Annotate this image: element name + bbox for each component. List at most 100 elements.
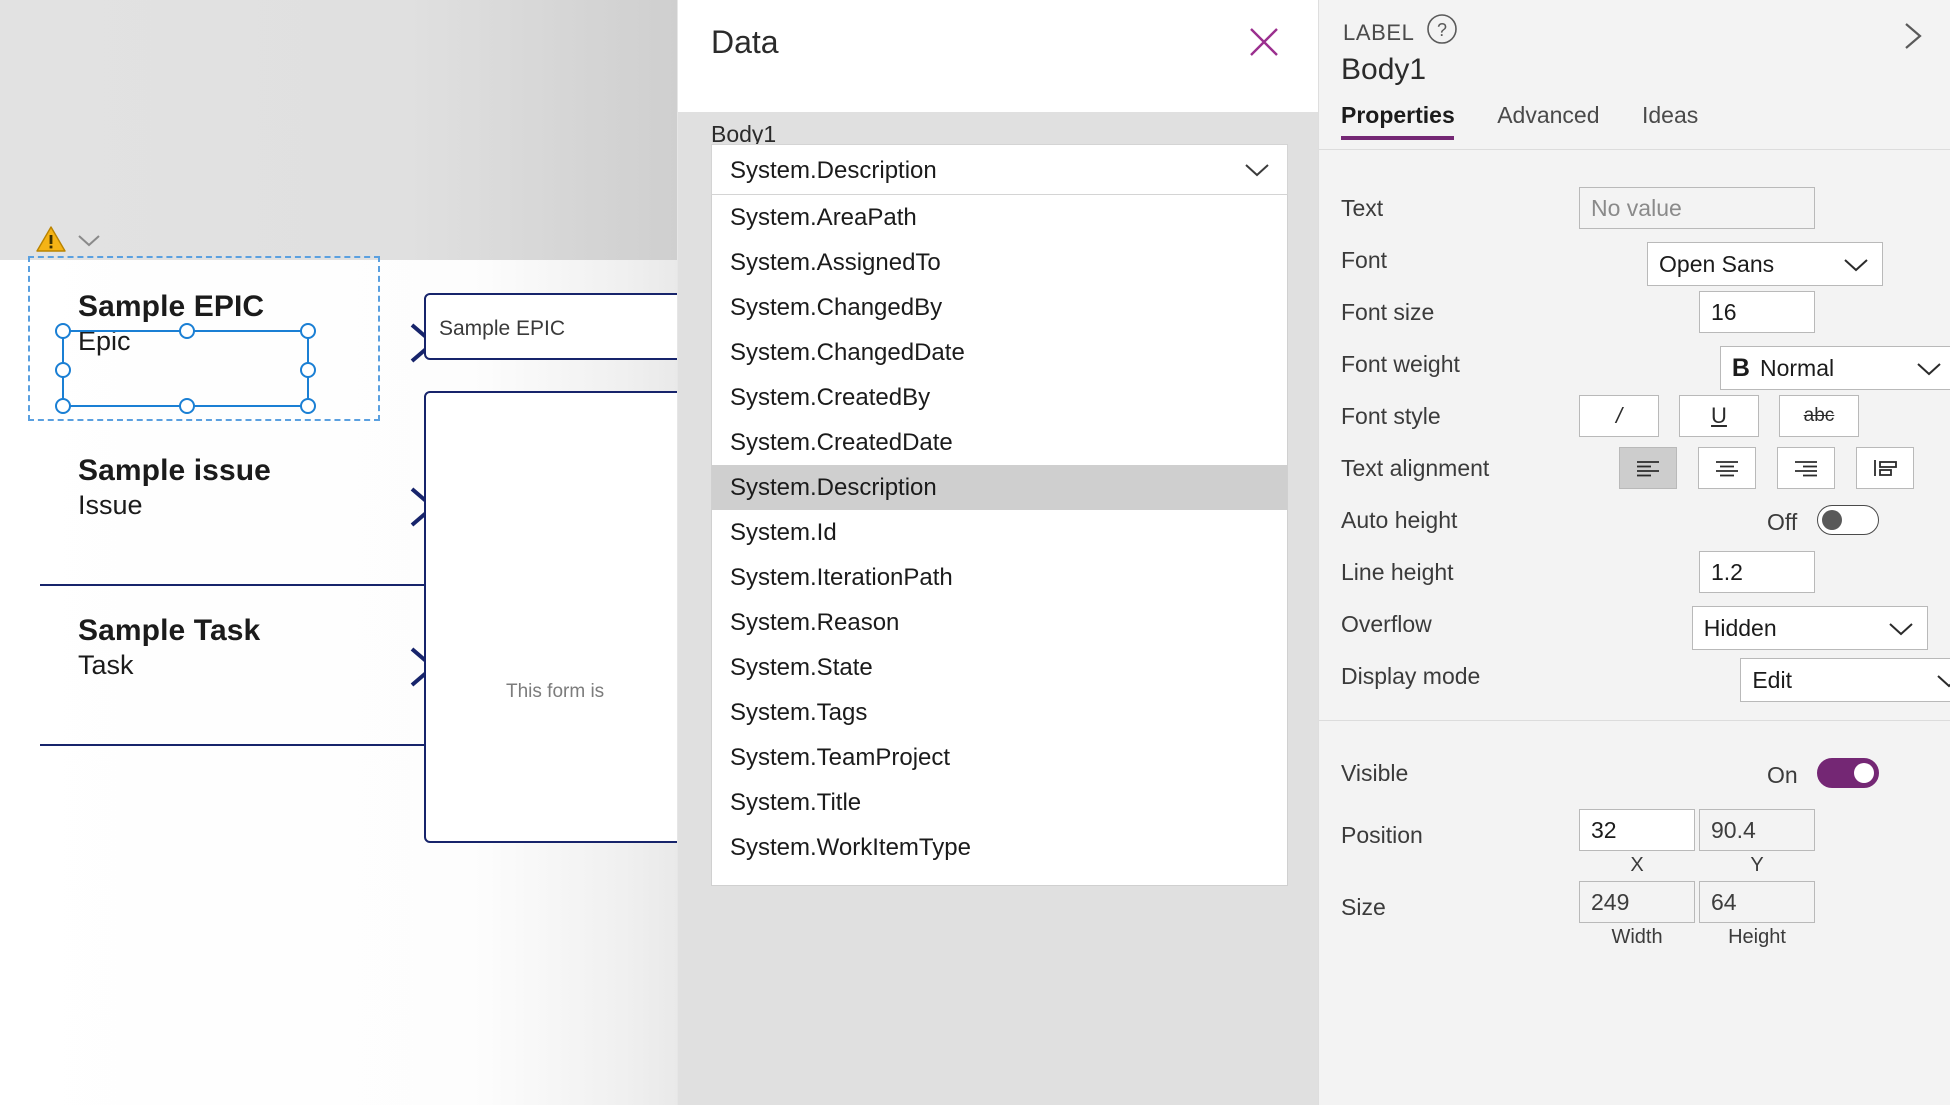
dropdown-option[interactable]: System.Tags bbox=[712, 690, 1287, 735]
resize-handle-nw[interactable] bbox=[55, 323, 71, 339]
dropdown-option[interactable]: System.IterationPath bbox=[712, 555, 1287, 600]
property-row-display-mode: Display mode Edit bbox=[1319, 650, 1950, 702]
display-mode-value: Edit bbox=[1752, 666, 1792, 693]
underline-button[interactable]: U bbox=[1679, 395, 1759, 437]
property-row-font-size: Font size 16 bbox=[1319, 286, 1950, 338]
auto-height-toggle[interactable] bbox=[1817, 505, 1879, 535]
display-mode-select[interactable]: Edit bbox=[1740, 658, 1950, 702]
data-field-combobox[interactable]: System.Description bbox=[711, 144, 1288, 195]
warning-triangle-icon[interactable] bbox=[36, 226, 66, 253]
form-card-body[interactable]: This form is bbox=[424, 391, 677, 843]
size-height-input[interactable]: 64 bbox=[1699, 881, 1815, 923]
chevron-down-icon bbox=[1917, 363, 1941, 376]
data-panel-body: Body1 System.Description System.AreaPath… bbox=[678, 112, 1319, 1105]
font-weight-select[interactable]: B Normal bbox=[1719, 346, 1950, 390]
line-height-input[interactable]: 1.2 bbox=[1699, 551, 1815, 593]
resize-handle-n[interactable] bbox=[179, 323, 195, 339]
form-card-header[interactable]: Sample EPIC bbox=[424, 293, 677, 360]
gallery-item-issue[interactable]: Sample issue Issue bbox=[40, 454, 470, 527]
resize-handle-w[interactable] bbox=[55, 362, 71, 378]
position-x-input[interactable]: 32 bbox=[1579, 809, 1695, 851]
strikethrough-button[interactable]: abc bbox=[1779, 395, 1859, 437]
font-size-input[interactable]: 16 bbox=[1699, 291, 1815, 333]
dropdown-option[interactable]: System.AreaPath bbox=[712, 195, 1287, 240]
data-panel: Data Body1 System.Description System.Are… bbox=[677, 0, 1319, 1105]
gallery-warning-row bbox=[36, 226, 102, 253]
align-justify-button[interactable] bbox=[1856, 447, 1914, 489]
dropdown-option[interactable]: System.ChangedBy bbox=[712, 285, 1287, 330]
canvas-background-strip bbox=[0, 0, 677, 260]
resize-handle-se[interactable] bbox=[300, 398, 316, 414]
property-label-display-mode: Display mode bbox=[1341, 662, 1481, 689]
chevron-down-icon[interactable] bbox=[76, 232, 102, 248]
text-input[interactable]: No value bbox=[1579, 187, 1815, 229]
align-left-icon bbox=[1637, 461, 1659, 477]
font-select[interactable]: Open Sans bbox=[1647, 242, 1884, 286]
tab-advanced[interactable]: Advanced bbox=[1497, 102, 1599, 140]
dropdown-option[interactable]: System.Description bbox=[712, 465, 1287, 510]
data-panel-header: Data bbox=[678, 0, 1318, 112]
property-label-font-weight: Font weight bbox=[1341, 350, 1460, 377]
property-row-auto-height: Auto height Off bbox=[1319, 494, 1950, 546]
property-label-overflow: Overflow bbox=[1341, 610, 1432, 637]
property-label-visible: Visible bbox=[1341, 759, 1409, 786]
close-icon[interactable] bbox=[1242, 20, 1286, 64]
size-width-caption: Width bbox=[1611, 926, 1663, 948]
properties-section-text: Text No value Font Open Sans Font size 1… bbox=[1319, 150, 1950, 702]
property-row-font-style: Font style / U abc bbox=[1319, 390, 1950, 442]
toggle-knob bbox=[1822, 510, 1842, 530]
align-right-button[interactable] bbox=[1777, 447, 1835, 489]
resize-handle-s[interactable] bbox=[179, 398, 195, 414]
dropdown-option[interactable]: System.Title bbox=[712, 780, 1287, 825]
property-label-auto-height: Auto height bbox=[1341, 506, 1458, 533]
dropdown-option[interactable]: System.Id bbox=[712, 510, 1287, 555]
dropdown-option[interactable]: System.WorkItemType bbox=[712, 825, 1287, 870]
italic-button[interactable]: / bbox=[1579, 395, 1659, 437]
property-label-font: Font bbox=[1341, 246, 1388, 273]
align-center-icon bbox=[1716, 461, 1738, 477]
overflow-select[interactable]: Hidden bbox=[1691, 606, 1928, 650]
gallery-item-task[interactable]: Sample Task Task bbox=[40, 614, 470, 687]
dropdown-option[interactable]: System.CreatedBy bbox=[712, 375, 1287, 420]
strikethrough-glyph-icon: abc bbox=[1803, 405, 1835, 426]
property-row-font: Font Open Sans bbox=[1319, 234, 1950, 286]
form-preview-column: Sample EPIC This form is bbox=[424, 293, 677, 843]
data-field-selected-value: System.Description bbox=[730, 157, 937, 184]
dropdown-option[interactable]: System.AssignedTo bbox=[712, 240, 1287, 285]
property-label-font-size: Font size bbox=[1341, 298, 1435, 325]
position-y-input[interactable]: 90.4 bbox=[1699, 809, 1815, 851]
dropdown-option[interactable]: System.Reason bbox=[712, 600, 1287, 645]
question-circle-icon[interactable]: ? bbox=[1425, 12, 1459, 46]
gallery-separator bbox=[40, 744, 440, 746]
label-selection-box[interactable] bbox=[55, 323, 316, 414]
chevron-right-icon[interactable] bbox=[1892, 16, 1932, 56]
italic-glyph-icon: / bbox=[1615, 403, 1623, 428]
dropdown-option[interactable]: System.State bbox=[712, 645, 1287, 690]
tab-properties[interactable]: Properties bbox=[1341, 102, 1455, 140]
visible-toggle[interactable] bbox=[1817, 758, 1879, 788]
property-label-position: Position bbox=[1341, 821, 1423, 848]
dropdown-option[interactable]: System.CreatedDate bbox=[712, 420, 1287, 465]
resize-handle-ne[interactable] bbox=[300, 323, 316, 339]
size-width-input[interactable]: 249 bbox=[1579, 881, 1695, 923]
dropdown-option[interactable]: System.ChangedDate bbox=[712, 330, 1287, 375]
property-label-line-height: Line height bbox=[1341, 558, 1454, 585]
property-label-font-style: Font style bbox=[1341, 402, 1441, 429]
resize-handle-sw[interactable] bbox=[55, 398, 71, 414]
property-row-visible: Visible On bbox=[1319, 747, 1950, 799]
toggle-knob bbox=[1854, 763, 1874, 783]
property-row-overflow: Overflow Hidden bbox=[1319, 598, 1950, 650]
align-left-button[interactable] bbox=[1619, 447, 1677, 489]
control-type-label: LABEL bbox=[1343, 20, 1415, 45]
dropdown-option[interactable]: System.TeamProject bbox=[712, 735, 1287, 780]
resize-handle-e[interactable] bbox=[300, 362, 316, 378]
data-field-dropdown-list[interactable]: System.AreaPath System.AssignedTo System.C… bbox=[711, 195, 1288, 886]
form-card-placeholder: This form is bbox=[506, 681, 605, 702]
properties-panel: LABEL ? Body1 Properties Advanced Ideas … bbox=[1318, 0, 1950, 1105]
bold-glyph-icon: B bbox=[1731, 353, 1750, 382]
overflow-value: Hidden bbox=[1703, 614, 1777, 641]
tab-ideas[interactable]: Ideas bbox=[1642, 102, 1698, 140]
property-label-text: Text bbox=[1341, 194, 1384, 221]
property-row-size: Size 249 64 Width Height bbox=[1319, 871, 1950, 948]
align-center-button[interactable] bbox=[1698, 447, 1756, 489]
